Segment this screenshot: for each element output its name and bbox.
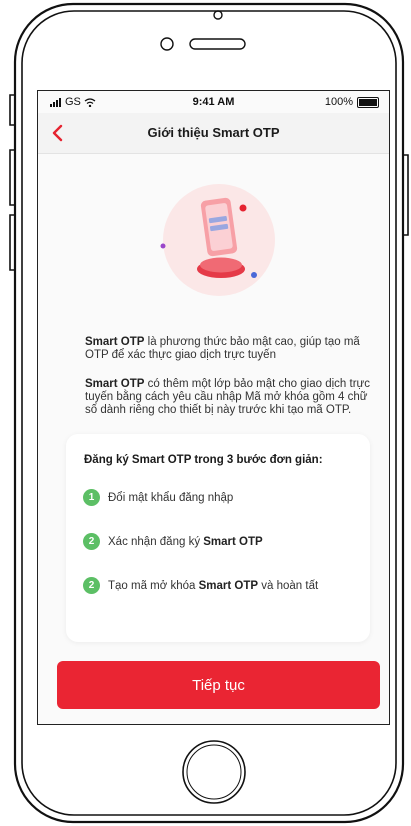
step-text: Tạo mã mở khóa Smart OTP và hoàn tất <box>108 579 319 592</box>
step-text: Xác nhận đăng ký Smart OTP <box>108 535 263 548</box>
intro-paragraph-1: Smart OTP là phương thức bảo mật cao, gi… <box>85 336 375 362</box>
steps-card: Đăng ký Smart OTP trong 3 bước đơn giản:… <box>66 434 370 642</box>
step-item: 2 Tạo mã mở khóa Smart OTP và hoàn tất <box>83 577 318 594</box>
app-screen: GS 9:41 AM 100% Giới thiệu Smart OTP Sma… <box>38 91 389 724</box>
continue-button[interactable]: Tiếp tục <box>57 661 380 709</box>
step-number-badge: 2 <box>83 577 100 594</box>
intro-1-bold: Smart OTP <box>85 336 145 348</box>
battery-icon <box>357 96 379 108</box>
step-item: 2 Xác nhận đăng ký Smart OTP <box>83 533 263 550</box>
steps-title: Đăng ký Smart OTP trong 3 bước đơn giản: <box>84 454 323 466</box>
smart-otp-illustration-icon <box>160 184 275 296</box>
intro-paragraph-2: Smart OTP có thêm một lớp bảo mật cho gi… <box>85 378 375 417</box>
status-bar: GS 9:41 AM 100% <box>38 91 389 113</box>
page-title: Giới thiệu Smart OTP <box>147 125 280 140</box>
step-number-badge: 1 <box>83 489 100 506</box>
step-text: Đổi mật khẩu đăng nhập <box>108 491 234 504</box>
step-number-badge: 2 <box>83 533 100 550</box>
nav-bar: Giới thiệu Smart OTP <box>38 113 389 154</box>
intro-2-bold: Smart OTP <box>85 378 145 390</box>
step-item: 1 Đổi mật khẩu đăng nhập <box>83 489 233 506</box>
battery-percent: 100% <box>324 96 353 108</box>
